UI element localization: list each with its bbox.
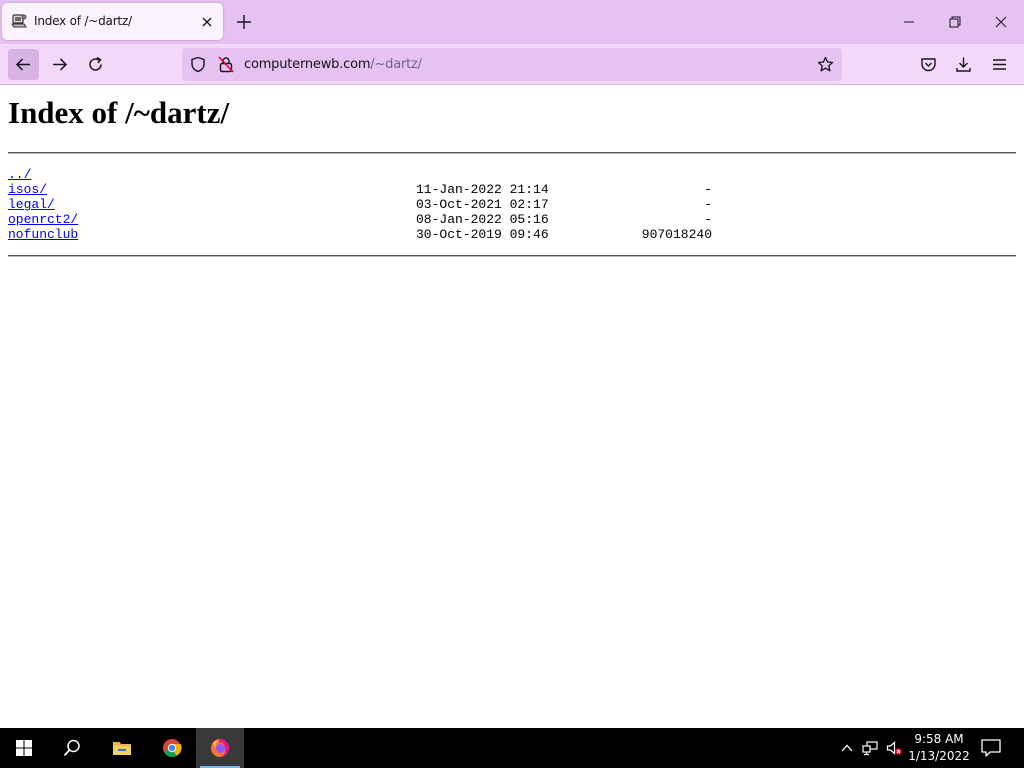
entry-date: 11-Jan-2022 21:14 bbox=[416, 182, 549, 197]
search-icon bbox=[63, 739, 80, 757]
navigation-toolbar: computernewb.com/~dartz/ bbox=[0, 44, 1024, 85]
reload-icon bbox=[89, 56, 102, 71]
entry-size: - bbox=[704, 212, 712, 227]
entry-date: 30-Oct-2019 09:46 bbox=[416, 227, 549, 242]
directory-listing: ../ isos/ 11-Jan-2022 21:14 - legal/ 03-… bbox=[8, 167, 768, 242]
entry-date: 08-Jan-2022 05:16 bbox=[416, 212, 549, 227]
back-button[interactable] bbox=[8, 49, 39, 80]
entry-size: - bbox=[704, 182, 712, 197]
entry-link[interactable]: ../ bbox=[8, 167, 31, 182]
notification-icon[interactable] bbox=[980, 738, 1002, 758]
tab-strip: Index of /~dartz/ bbox=[0, 0, 1024, 44]
shield-icon[interactable] bbox=[190, 56, 206, 73]
new-tab-icon[interactable] bbox=[236, 14, 252, 30]
firefox-icon bbox=[211, 739, 229, 757]
file-explorer-button[interactable] bbox=[98, 728, 146, 768]
file-explorer-icon bbox=[113, 742, 131, 755]
entry-link[interactable]: openrct2/ bbox=[8, 212, 78, 227]
minimize-icon[interactable] bbox=[900, 13, 918, 31]
start-button[interactable] bbox=[0, 728, 48, 768]
entry-link[interactable]: nofunclub bbox=[8, 227, 78, 242]
address-bar[interactable]: computernewb.com/~dartz/ bbox=[182, 48, 842, 81]
url-host: computernewb.com bbox=[244, 57, 371, 72]
list-item: isos/ 11-Jan-2022 21:14 - bbox=[8, 182, 768, 197]
arrow-right-icon bbox=[53, 58, 68, 71]
tab-title: Index of /~dartz/ bbox=[34, 14, 132, 28]
server-icon bbox=[11, 14, 27, 28]
clock-date: 1/13/2022 bbox=[908, 749, 970, 763]
pocket-icon[interactable] bbox=[920, 56, 937, 73]
firefox-button[interactable] bbox=[196, 728, 244, 768]
list-item: openrct2/ 08-Jan-2022 05:16 - bbox=[8, 212, 768, 227]
network-icon[interactable] bbox=[862, 740, 878, 756]
page-title: Index of /~dartz/ bbox=[8, 95, 230, 130]
arrow-left-icon bbox=[15, 58, 30, 71]
chrome-icon bbox=[163, 739, 182, 758]
start-icon bbox=[16, 740, 32, 756]
reload-button[interactable] bbox=[80, 49, 111, 80]
entry-size: 907018240 bbox=[641, 227, 712, 242]
list-item: ../ bbox=[8, 167, 768, 182]
bottom-divider bbox=[8, 255, 1016, 257]
system-clock[interactable]: 9:58 AM 1/13/2022 bbox=[906, 731, 972, 765]
restore-icon[interactable] bbox=[946, 13, 964, 31]
search-button[interactable] bbox=[48, 728, 96, 768]
top-divider bbox=[8, 152, 1016, 154]
chevron-up-icon[interactable] bbox=[839, 740, 855, 756]
volume-muted-icon[interactable] bbox=[886, 740, 902, 756]
entry-link[interactable]: legal/ bbox=[8, 197, 55, 212]
bookmark-star-icon[interactable] bbox=[817, 56, 834, 73]
clock-time: 9:58 AM bbox=[914, 732, 964, 746]
downloads-icon[interactable] bbox=[955, 56, 972, 73]
url-path: /~dartz/ bbox=[370, 57, 422, 72]
chrome-button[interactable] bbox=[148, 728, 196, 768]
entry-size: - bbox=[704, 197, 712, 212]
tab-index-of-dartz[interactable]: Index of /~dartz/ bbox=[2, 3, 223, 40]
lock-insecure-icon[interactable] bbox=[218, 56, 234, 73]
url-text[interactable]: computernewb.com/~dartz/ bbox=[244, 57, 422, 72]
taskbar: 9:58 AM 1/13/2022 bbox=[0, 728, 1024, 768]
list-item: nofunclub 30-Oct-2019 09:46 907018240 bbox=[8, 227, 768, 242]
close-tab-icon[interactable] bbox=[201, 16, 213, 28]
entry-link[interactable]: isos/ bbox=[8, 182, 47, 197]
entry-date: 03-Oct-2021 02:17 bbox=[416, 197, 549, 212]
page-content: Index of /~dartz/ ../ isos/ 11-Jan-2022 … bbox=[0, 85, 1024, 728]
list-item: legal/ 03-Oct-2021 02:17 - bbox=[8, 197, 768, 212]
menu-hamburger-icon[interactable] bbox=[991, 56, 1008, 73]
forward-button[interactable] bbox=[44, 49, 75, 80]
close-window-icon[interactable] bbox=[992, 13, 1010, 31]
